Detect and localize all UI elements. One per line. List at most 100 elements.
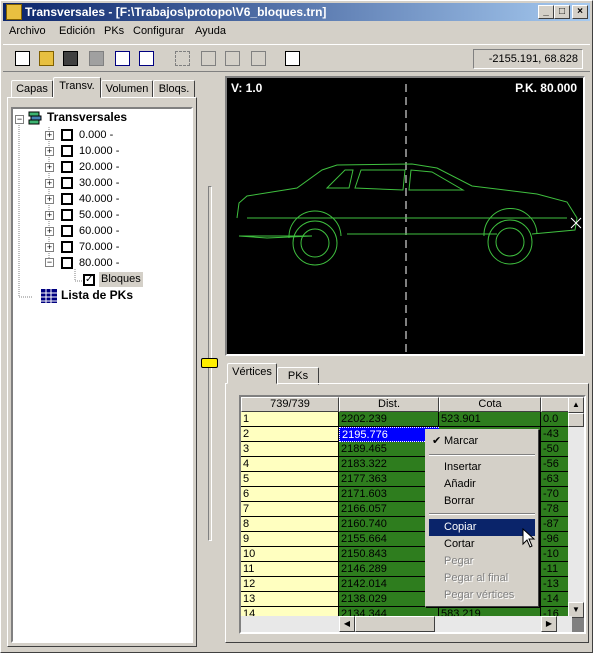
grid-cell-n[interactable]: 1 — [241, 412, 339, 427]
grid-header-extra[interactable] — [541, 397, 571, 412]
paste-button[interactable] — [221, 48, 244, 70]
grid-cell-n[interactable]: 10 — [241, 547, 339, 562]
new-file-button[interactable] — [11, 48, 34, 70]
grid-count-header[interactable]: 739/739 — [241, 397, 339, 412]
grid-cell-extra[interactable]: -63 — [541, 472, 571, 487]
grid-cell-dist[interactable]: 2166.057 — [339, 502, 439, 517]
grid-cell-extra[interactable]: -87 — [541, 517, 571, 532]
expand-toggle[interactable]: + — [45, 211, 54, 220]
cross-section-canvas[interactable]: V: 1.0 P.K. 80.000 — [225, 76, 585, 356]
grid-header-cota[interactable]: Cota — [439, 397, 541, 412]
grid-cell-dist[interactable]: 2150.843 — [339, 547, 439, 562]
tree-root-label[interactable]: Transversales — [47, 110, 127, 125]
open-button[interactable] — [35, 48, 58, 70]
grid-cell-extra[interactable]: 0.0 — [541, 412, 571, 427]
grid-cell-dist[interactable]: 2146.289 — [339, 562, 439, 577]
tree-item[interactable]: 40.000 - — [79, 192, 119, 207]
tree-item[interactable]: 30.000 - — [79, 176, 119, 191]
grid-cell-dist[interactable]: 2171.603 — [339, 487, 439, 502]
tab-capas[interactable]: Capas — [11, 80, 53, 98]
splitter-handle[interactable] — [201, 358, 218, 368]
expand-toggle[interactable]: + — [45, 131, 54, 140]
tree-item[interactable]: 20.000 - — [79, 160, 119, 175]
grid-cell-extra[interactable]: -14 — [541, 592, 571, 607]
grid-cell-extra[interactable]: -56 — [541, 457, 571, 472]
grid-vertical-scrollbar[interactable]: ▲ ▼ — [568, 397, 584, 618]
tree-item[interactable]: 50.000 - — [79, 208, 119, 223]
grid-cell-dist[interactable]: 2189.465 — [339, 442, 439, 457]
tree-item[interactable]: 80.000 - — [79, 256, 119, 271]
tree-item[interactable]: 10.000 - — [79, 144, 119, 159]
tab-bloqs[interactable]: Bloqs. — [153, 80, 195, 98]
grid-cell-dist[interactable]: 2183.322 — [339, 457, 439, 472]
menu-ayuda[interactable]: Ayuda — [195, 25, 226, 37]
menu-pks[interactable]: PKs — [104, 25, 124, 37]
grid-cell-extra[interactable]: -96 — [541, 532, 571, 547]
properties-button[interactable] — [281, 48, 304, 70]
scroll-thumb[interactable] — [568, 413, 584, 427]
tree-checkbox[interactable] — [61, 161, 73, 173]
tree-item[interactable]: 60.000 - — [79, 224, 119, 239]
tree-checkbox[interactable] — [61, 209, 73, 221]
menu-archivo[interactable]: Archivo — [9, 25, 46, 37]
grid-cell-n[interactable]: 5 — [241, 472, 339, 487]
scroll-up-button[interactable]: ▲ — [568, 397, 584, 413]
menu-item-borrar[interactable]: Borrar — [429, 493, 535, 510]
menu-item-cortar[interactable]: Cortar — [429, 536, 535, 553]
grid-cell-n[interactable]: 2 — [241, 427, 339, 442]
expand-toggle[interactable]: + — [45, 147, 54, 156]
expand-toggle[interactable]: + — [45, 195, 54, 204]
grid-cell-dist[interactable]: 2138.029 — [339, 592, 439, 607]
grid-cell-n[interactable]: 8 — [241, 517, 339, 532]
tab-vertices[interactable]: Vértices — [227, 363, 277, 384]
grid-cell-extra[interactable]: -13 — [541, 577, 571, 592]
grid-cell-n[interactable]: 12 — [241, 577, 339, 592]
transversales-tree[interactable]: − Transversales +0.000 - +10.000 - +20.000… — [11, 107, 193, 643]
grid-cell-dist[interactable]: 2177.363 — [339, 472, 439, 487]
tree-checkbox[interactable] — [61, 225, 73, 237]
expand-toggle[interactable]: + — [45, 163, 54, 172]
grid-cell-n[interactable]: 13 — [241, 592, 339, 607]
print-button[interactable] — [85, 48, 108, 70]
menu-configurar[interactable]: Configurar — [133, 25, 184, 37]
grid-cell-dist[interactable]: 2160.740 — [339, 517, 439, 532]
grid-cell-n[interactable]: 4 — [241, 457, 339, 472]
tree-item[interactable]: 0.000 - — [79, 128, 113, 143]
expand-toggle[interactable]: + — [45, 179, 54, 188]
menu-edicion[interactable]: Edición — [59, 25, 95, 37]
menu-item-anadir[interactable]: Añadir — [429, 476, 535, 493]
grid-cell-extra[interactable]: -50 — [541, 442, 571, 457]
paste-special-button[interactable] — [247, 48, 270, 70]
h-scroll-thumb[interactable] — [355, 616, 435, 632]
copy-button[interactable] — [197, 48, 220, 70]
grid-header-dist[interactable]: Dist. — [339, 397, 439, 412]
scroll-left-button[interactable]: ◀ — [339, 616, 355, 632]
export-button[interactable] — [135, 48, 158, 70]
expand-toggle[interactable]: + — [45, 227, 54, 236]
tree-checkbox[interactable] — [61, 241, 73, 253]
menu-item-copiar[interactable]: Copiar — [429, 519, 535, 536]
grid-cell-extra[interactable]: -11 — [541, 562, 571, 577]
tree-checkbox[interactable] — [61, 193, 73, 205]
menu-item-pegar-vertices[interactable]: Pegar vértices — [429, 587, 535, 604]
grid-cell-n[interactable]: 3 — [241, 442, 339, 457]
grid-cell-n[interactable]: 7 — [241, 502, 339, 517]
grid-cell-dist[interactable]: 2202.239 — [339, 412, 439, 427]
collapse-80-toggle[interactable]: − — [45, 258, 54, 267]
tree-checkbox[interactable] — [61, 145, 73, 157]
tree-item[interactable]: 70.000 - — [79, 240, 119, 255]
tree-checkbox[interactable] — [61, 129, 73, 141]
tab-volumen[interactable]: Volumen — [101, 80, 153, 98]
menu-item-insertar[interactable]: Insertar — [429, 459, 535, 476]
grid-cell-n[interactable]: 11 — [241, 562, 339, 577]
grid-cell-n[interactable]: 9 — [241, 532, 339, 547]
tree-checkbox[interactable] — [61, 177, 73, 189]
grid-cell-dist[interactable]: 2195.776 — [339, 427, 439, 442]
tree-checkbox[interactable] — [61, 257, 73, 269]
menu-item-pegar-al-final[interactable]: Pegar al final — [429, 570, 535, 587]
grid-cell-n[interactable]: 6 — [241, 487, 339, 502]
tree-item-lista-pks[interactable]: Lista de PKs — [61, 288, 133, 303]
grid-cell-extra[interactable]: -78 — [541, 502, 571, 517]
grid-cell-extra[interactable]: -70 — [541, 487, 571, 502]
grid-cell-dist[interactable]: 2155.664 — [339, 532, 439, 547]
